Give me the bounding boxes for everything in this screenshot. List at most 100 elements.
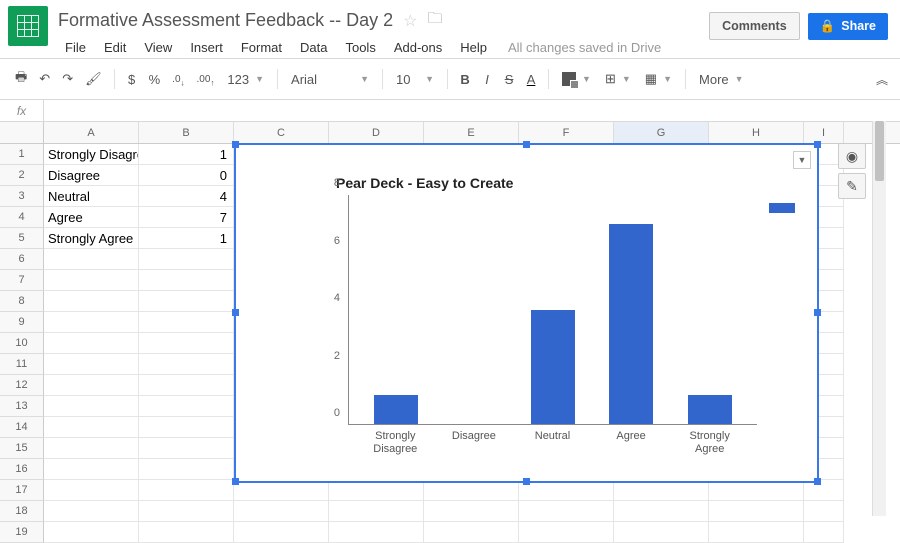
- cell[interactable]: [139, 249, 234, 270]
- col-header[interactable]: C: [234, 122, 329, 143]
- cell[interactable]: [234, 501, 329, 522]
- menu-edit[interactable]: Edit: [97, 37, 133, 58]
- cell[interactable]: 0: [139, 165, 234, 186]
- cell[interactable]: [139, 396, 234, 417]
- fill-color-button[interactable]: ▼: [556, 69, 597, 89]
- cell[interactable]: [44, 375, 139, 396]
- undo-icon[interactable]: ↶: [34, 67, 55, 91]
- cell[interactable]: Agree: [44, 207, 139, 228]
- resize-handle[interactable]: [814, 141, 821, 148]
- row-header[interactable]: 14: [0, 417, 44, 438]
- currency-button[interactable]: $: [122, 68, 142, 91]
- col-header[interactable]: I: [804, 122, 844, 143]
- cell[interactable]: [139, 375, 234, 396]
- cell[interactable]: [519, 522, 614, 543]
- resize-handle[interactable]: [232, 309, 239, 316]
- resize-handle[interactable]: [523, 141, 530, 148]
- cell[interactable]: [519, 480, 614, 501]
- cell[interactable]: [44, 396, 139, 417]
- row-header[interactable]: 13: [0, 396, 44, 417]
- resize-handle[interactable]: [814, 309, 821, 316]
- cell[interactable]: [44, 417, 139, 438]
- cell[interactable]: [44, 354, 139, 375]
- embedded-chart[interactable]: ▼ Pear Deck - Easy to Create 02468 Stron…: [234, 143, 819, 483]
- cell[interactable]: [139, 312, 234, 333]
- resize-handle[interactable]: [814, 478, 821, 485]
- paint-format-icon[interactable]: 🖌: [80, 67, 107, 91]
- cell[interactable]: [139, 522, 234, 543]
- row-header[interactable]: 11: [0, 354, 44, 375]
- cell[interactable]: [519, 501, 614, 522]
- row-header[interactable]: 9: [0, 312, 44, 333]
- font-size-select[interactable]: 10▼: [390, 69, 440, 90]
- borders-button[interactable]: ⊞▼: [599, 68, 637, 90]
- cell[interactable]: Neutral: [44, 186, 139, 207]
- row-header[interactable]: 19: [0, 522, 44, 543]
- decrease-decimal-button[interactable]: .0↓: [167, 66, 189, 92]
- cell[interactable]: [44, 438, 139, 459]
- collapse-toolbar-icon[interactable]: ︽: [870, 67, 890, 92]
- menu-view[interactable]: View: [137, 37, 179, 58]
- col-header[interactable]: H: [709, 122, 804, 143]
- cell[interactable]: [44, 291, 139, 312]
- col-header[interactable]: A: [44, 122, 139, 143]
- row-header[interactable]: 2: [0, 165, 44, 186]
- folder-icon[interactable]: 🗀: [427, 8, 442, 33]
- cell[interactable]: [139, 333, 234, 354]
- cell[interactable]: [804, 501, 844, 522]
- cell[interactable]: [709, 480, 804, 501]
- cell[interactable]: [139, 438, 234, 459]
- menu-insert[interactable]: Insert: [183, 37, 230, 58]
- cell[interactable]: Strongly Disagre: [44, 144, 139, 165]
- menu-addons[interactable]: Add-ons: [387, 37, 449, 58]
- cell[interactable]: [329, 480, 424, 501]
- more-tools-button[interactable]: More▼: [693, 69, 750, 90]
- row-header[interactable]: 1: [0, 144, 44, 165]
- col-header[interactable]: E: [424, 122, 519, 143]
- comments-button[interactable]: Comments: [709, 12, 800, 40]
- cell[interactable]: [614, 501, 709, 522]
- cell[interactable]: [44, 333, 139, 354]
- cell[interactable]: [44, 522, 139, 543]
- row-header[interactable]: 15: [0, 438, 44, 459]
- bold-button[interactable]: B: [455, 68, 475, 91]
- cell[interactable]: 1: [139, 144, 234, 165]
- cell[interactable]: [329, 501, 424, 522]
- cell[interactable]: [234, 480, 329, 501]
- resize-handle[interactable]: [232, 141, 239, 148]
- chart-menu-icon[interactable]: ▼: [793, 151, 811, 169]
- col-header[interactable]: D: [329, 122, 424, 143]
- cell[interactable]: [139, 354, 234, 375]
- row-header[interactable]: 12: [0, 375, 44, 396]
- cell[interactable]: [139, 270, 234, 291]
- cell[interactable]: [329, 522, 424, 543]
- number-format-select[interactable]: 123▼: [221, 69, 270, 90]
- menu-format[interactable]: Format: [234, 37, 289, 58]
- cell[interactable]: [709, 501, 804, 522]
- row-header[interactable]: 5: [0, 228, 44, 249]
- share-button[interactable]: 🔒Share: [808, 13, 888, 40]
- cell[interactable]: 4: [139, 186, 234, 207]
- redo-icon[interactable]: ↷: [57, 67, 78, 91]
- row-header[interactable]: 3: [0, 186, 44, 207]
- cell[interactable]: [139, 417, 234, 438]
- cell[interactable]: [139, 480, 234, 501]
- row-header[interactable]: 7: [0, 270, 44, 291]
- col-header[interactable]: G: [614, 122, 709, 143]
- menu-data[interactable]: Data: [293, 37, 334, 58]
- cell[interactable]: [44, 459, 139, 480]
- print-icon[interactable]: 🖶: [10, 64, 32, 94]
- cell[interactable]: [804, 480, 844, 501]
- cell[interactable]: [424, 522, 519, 543]
- cell[interactable]: [709, 522, 804, 543]
- col-header[interactable]: B: [139, 122, 234, 143]
- italic-button[interactable]: I: [477, 68, 497, 91]
- star-icon[interactable]: ☆: [403, 11, 417, 31]
- row-header[interactable]: 6: [0, 249, 44, 270]
- cell[interactable]: [139, 459, 234, 480]
- cell[interactable]: [44, 312, 139, 333]
- merge-button[interactable]: ▦▼: [639, 68, 678, 90]
- cell[interactable]: [44, 501, 139, 522]
- row-header[interactable]: 4: [0, 207, 44, 228]
- increase-decimal-button[interactable]: .00↑: [192, 66, 220, 92]
